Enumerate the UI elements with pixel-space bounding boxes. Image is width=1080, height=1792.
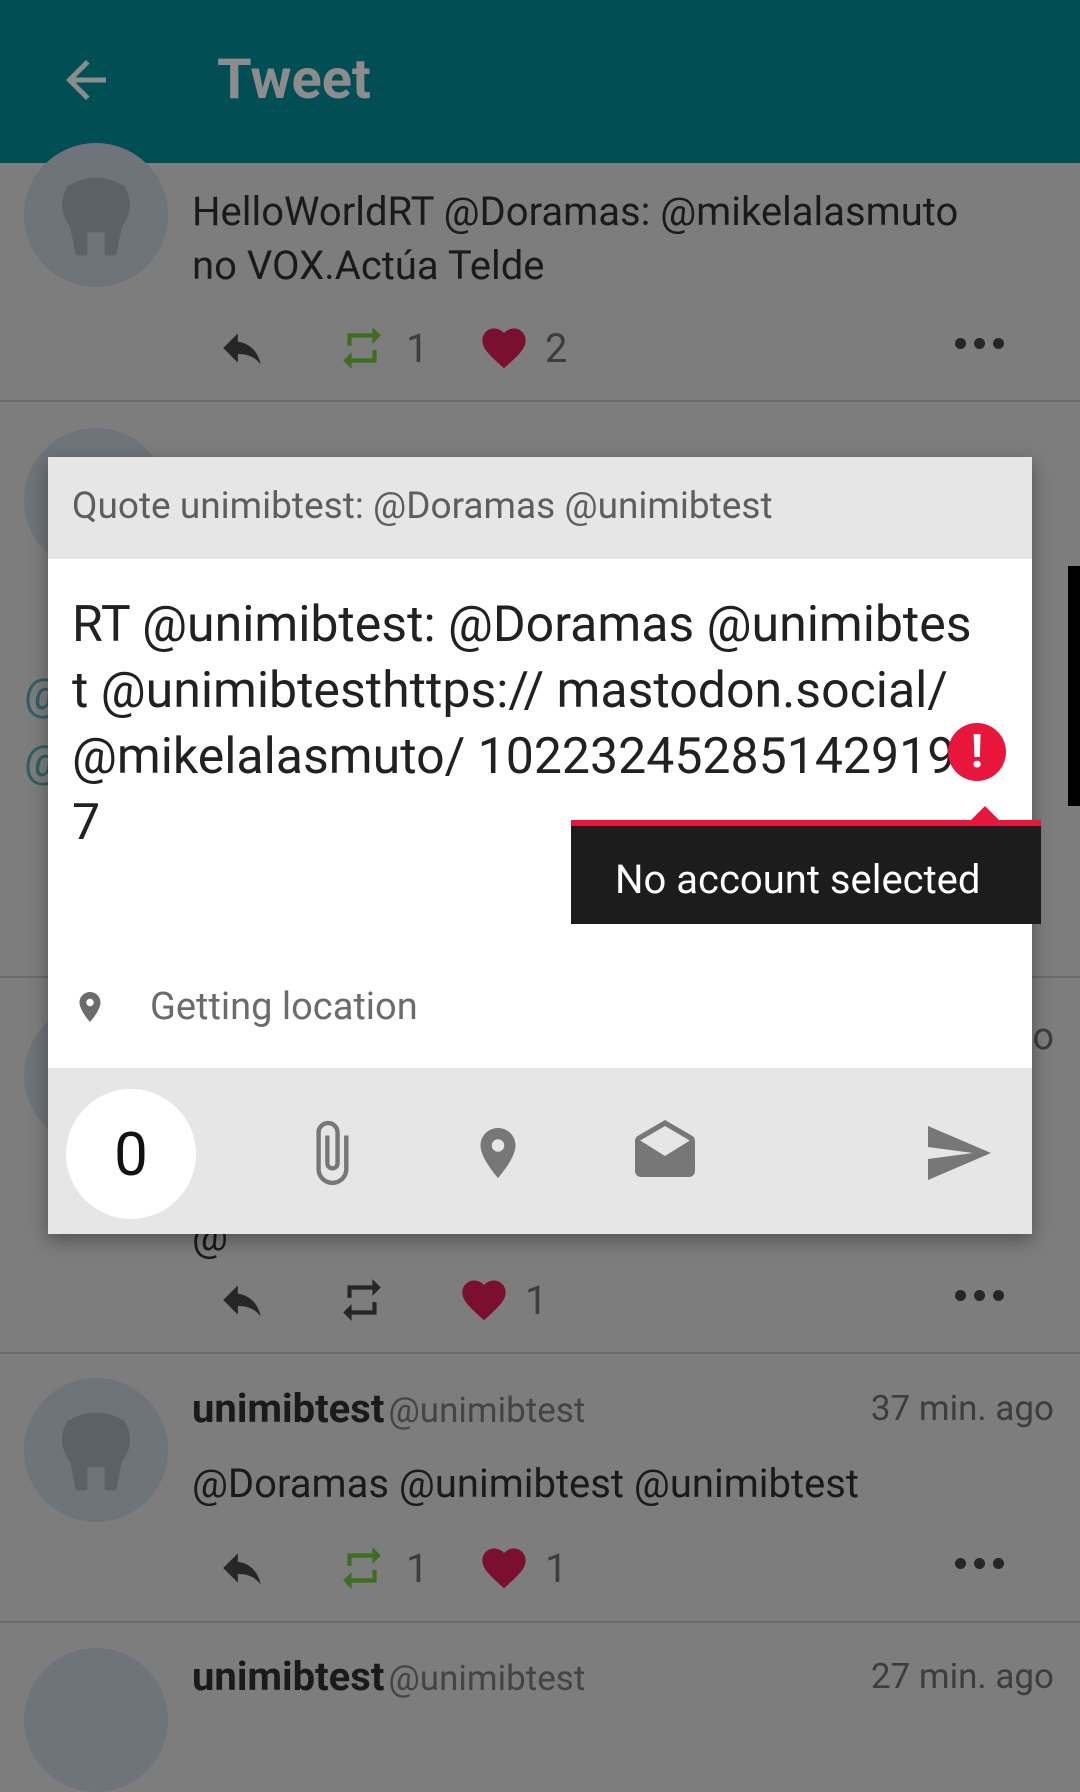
reply-icon [223,1553,261,1585]
reply-icon [223,333,261,365]
like-button[interactable]: 2 [475,318,567,378]
location-status: Getting location [72,972,418,1042]
tweet-author-handle: @unimibtest [388,1390,586,1431]
page-title: Tweet [217,46,371,112]
tweet-actions: 1 1 [210,1538,1060,1598]
reply-icon [223,1285,261,1317]
partial-text: o [1032,1015,1054,1059]
heart-icon [462,1280,506,1321]
character-counter: 0 [66,1089,196,1219]
divider [0,400,1080,402]
reply-button[interactable] [210,318,274,378]
tweet-timestamp: 27 min. ago [870,1656,1054,1697]
back-arrow-icon[interactable] [56,50,116,110]
more-icon[interactable] [955,1558,1004,1569]
retweet-icon [343,327,381,369]
more-icon[interactable] [955,1290,1004,1301]
divider [0,1621,1080,1623]
avatar[interactable] [24,143,168,287]
attachment-button[interactable] [291,1113,371,1193]
quote-text-input[interactable]: RT @unimibtest: @Doramas @unimibtest @un… [72,592,972,856]
reply-button[interactable] [210,1270,274,1330]
tweet-actions: 1 [210,1270,1060,1330]
tweet-author-name[interactable]: unimibtest [192,1385,384,1432]
tweet-meta: unimibtest @unimibtest [192,1653,585,1700]
send-button[interactable] [918,1113,998,1193]
like-button[interactable]: 1 [455,1270,547,1330]
tweet-actions: 1 2 [210,318,1060,378]
retweet-icon [343,1547,381,1589]
tweet-author-name[interactable]: unimibtest [192,1653,384,1700]
dialog-title: Quote unimibtest: @Doramas @unimibtest [72,485,773,528]
retweet-button[interactable] [330,1270,394,1330]
scroll-indicator [1068,566,1080,806]
retweet-icon [343,1279,381,1321]
more-icon[interactable] [955,338,1004,349]
location-pin-icon [79,992,101,1022]
location-pin-icon [480,1128,516,1178]
app-bar: Tweet [0,0,1080,163]
retweet-button[interactable]: 1 [330,318,428,378]
tooltip-arrow [971,806,999,820]
avatar[interactable] [24,1648,168,1792]
error-tooltip: No account selected [571,806,1041,924]
dialog-toolbar: 0 [48,1068,1032,1234]
tweet-text: @Doramas @unimibtest @unimibtest [192,1460,859,1507]
tweet-meta: unimibtest @unimibtest [192,1385,585,1432]
error-tooltip-text: No account selected [615,856,981,903]
tweet-text: HelloWorldRT @Doramas: @mikelalasmuto no… [192,188,959,289]
attachment-icon [316,1120,349,1186]
location-label: Getting location [150,985,418,1029]
avatar[interactable] [24,1378,168,1522]
location-button[interactable] [458,1113,538,1193]
envelope-icon [635,1120,695,1177]
retweet-button[interactable]: 1 [330,1538,428,1598]
divider [0,1352,1080,1354]
dialog-header: Quote unimibtest: @Doramas @unimibtest [48,457,1032,559]
direct-message-button[interactable] [625,1113,705,1193]
elephant-avatar-icon [24,1378,168,1522]
heart-icon [482,328,526,369]
error-icon[interactable]: ! [948,723,1006,781]
send-icon [928,1126,991,1180]
reply-button[interactable] [210,1538,274,1598]
tweet-author-handle: @unimibtest [388,1658,586,1699]
like-button[interactable]: 1 [475,1538,567,1598]
heart-icon [482,1548,526,1589]
tweet-timestamp: 37 min. ago [870,1388,1054,1429]
elephant-avatar-icon [24,143,168,287]
